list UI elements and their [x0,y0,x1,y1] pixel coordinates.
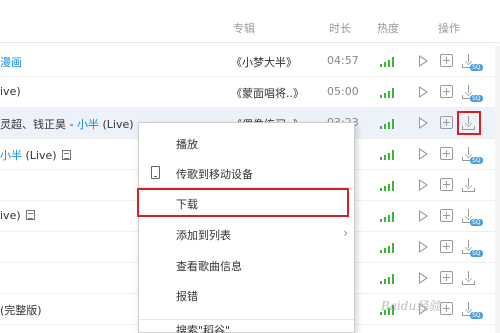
download-icon[interactable]: SQ [462,240,483,257]
vertical-scrollbar[interactable] [495,46,500,333]
operations-column-header: 操作 [438,22,460,35]
song-title[interactable]: 灵超、钱正昊 - 小半 (Live) [0,116,134,132]
popularity-bars-icon [380,57,400,67]
song-title[interactable]: ive) [0,209,35,222]
popularity-bars-icon [380,243,400,253]
add-icon[interactable] [440,85,453,98]
watermark-logo: Baidu经验 [381,299,441,313]
mv-icon[interactable] [61,150,71,160]
duration-column-header[interactable]: 时长 [329,20,351,36]
download-icon[interactable] [462,178,476,193]
play-icon[interactable] [418,85,430,99]
album-column-header[interactable]: 专辑 [233,20,255,36]
context-menu: 播放 传歌到移动设备 下载 添加到列表 › 查看歌曲信息 报错 搜索"稻谷" [137,122,355,333]
download-icon[interactable]: SQ [462,209,483,226]
song-title[interactable]: 漫画 [0,54,22,70]
add-icon[interactable] [440,178,453,191]
download-annotation-box [457,111,481,135]
download-icon[interactable]: SQ [462,85,483,102]
download-icon[interactable] [462,271,476,286]
add-icon[interactable] [440,209,453,222]
menu-item-report-error[interactable]: 报错 [139,283,354,307]
popularity-bars-icon [380,274,400,284]
menu-separator [139,319,354,320]
play-icon[interactable] [418,116,430,130]
song-duration: 05:00 [327,85,359,98]
menu-item-transfer-to-device[interactable]: 传歌到移动设备 [139,161,354,185]
song-duration: 04:57 [327,54,359,67]
play-icon[interactable] [418,54,430,68]
menu-item-add-to-list[interactable]: 添加到列表 › [139,222,354,246]
add-icon[interactable] [440,54,453,67]
add-icon[interactable] [440,240,453,253]
download-icon[interactable]: SQ [462,147,483,164]
download-annotation-box [137,188,349,217]
popularity-bars-icon [380,119,400,129]
play-icon[interactable] [418,147,430,161]
play-icon[interactable] [418,178,430,192]
play-icon[interactable] [418,240,430,254]
play-icon[interactable] [418,271,430,285]
song-row[interactable]: 漫画 《小梦大半》 04:57 SQ [0,46,495,77]
menu-item-play[interactable]: 播放 [139,131,354,155]
popularity-bars-icon [380,150,400,160]
add-icon[interactable] [440,116,453,129]
song-title[interactable]: ive) [0,85,21,98]
add-icon[interactable] [440,271,453,284]
song-row[interactable]: ive) 《蒙面唱将..》 05:00 SQ [0,77,495,108]
popularity-bars-icon [380,88,400,98]
add-icon[interactable] [440,147,453,160]
song-title-link[interactable]: 小半 [77,118,99,131]
song-title-link[interactable]: 小半 [0,149,22,162]
song-title[interactable]: 小半 (Live) [0,147,71,163]
popularity-bars-icon [380,181,400,191]
download-icon[interactable]: SQ [462,54,483,71]
popularity-column-header[interactable]: 热度 [377,20,399,36]
song-title-link[interactable]: 漫画 [0,56,22,69]
popularity-bars-icon [380,212,400,222]
album-name[interactable]: 《蒙面唱将..》 [231,85,304,101]
play-icon[interactable] [418,209,430,223]
song-list-header: 专辑 时长 热度 操作 [0,0,500,43]
mv-icon[interactable] [25,210,35,220]
menu-item-search[interactable]: 搜索"稻谷" [139,323,354,333]
menu-item-song-info[interactable]: 查看歌曲信息 [139,253,354,277]
album-name[interactable]: 《小梦大半》 [231,54,297,70]
chevron-right-icon: › [343,226,348,240]
phone-icon [151,166,160,179]
